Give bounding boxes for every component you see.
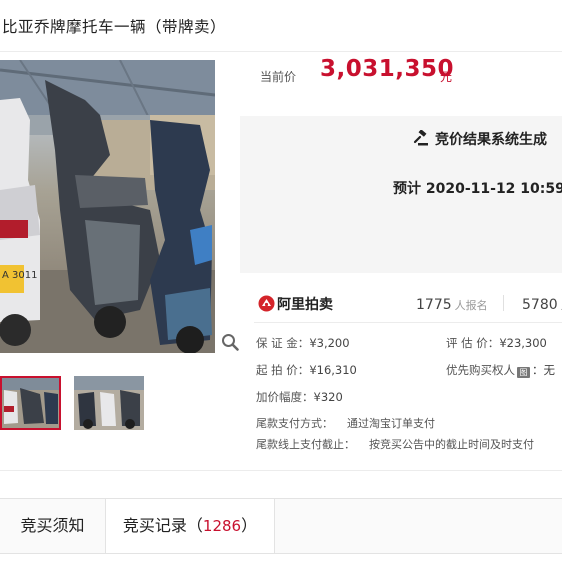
priority-info-icon[interactable]: 图 <box>517 367 530 378</box>
current-price-label: 当前价 <box>260 70 297 84</box>
signup-count: 1775 人报名 <box>416 294 488 313</box>
increment-key: 加价幅度： <box>256 390 314 404</box>
plate-text: A 3011 <box>2 270 37 281</box>
tab-bidding-records[interactable]: 竞买记录（1286） <box>106 499 275 553</box>
records-close-paren: ） <box>241 516 258 535</box>
item-title: 比亚乔牌摩托车一辆（带牌卖） <box>2 18 227 36</box>
price-panel: 当前价 3,031,350 元 <box>240 52 562 116</box>
priority-buyer-value: ：无 <box>532 363 555 377</box>
appraisal-key: 评 估 价： <box>446 336 500 350</box>
thumbnail-1[interactable] <box>0 376 61 430</box>
auction-result-status: 竞价结果系统生成 <box>413 129 547 149</box>
expected-end-time: 预计 2020-11-12 10:59 <box>393 181 562 197</box>
auction-status-panel: 竞价结果系统生成 预计 2020-11-12 10:59 <box>240 116 562 273</box>
title-bar: 比亚乔牌摩托车一辆（带牌卖） <box>0 0 562 52</box>
deposit-key: 保 证 金： <box>256 336 310 350</box>
tab-bidding-notice[interactable]: 竞买须知 <box>0 499 106 553</box>
start-price-item: 起 拍 价：¥16,310 <box>256 362 357 378</box>
increment-item: 加价幅度：¥320 <box>256 389 343 405</box>
detail-tabs: 竞买须知 竞买记录（1286） <box>0 498 562 554</box>
pay-deadline-row: 尾款线上支付截止： 按竞买公告中的截止时间及时支付 <box>256 436 534 452</box>
pay-deadline-key: 尾款线上支付截止： <box>256 438 355 451</box>
count-divider <box>503 295 504 311</box>
auction-info-panel: 阿里拍卖 1775人报名 5780人 保 证 金：¥3,200 评 估 价：¥2… <box>240 273 562 467</box>
priority-buyer-item: 优先购买权人图：无 <box>446 362 555 378</box>
appraisal-value: ¥23,300 <box>499 336 547 350</box>
ali-auction-logo[interactable]: 阿里拍卖 <box>258 294 333 314</box>
section-separator <box>0 470 562 498</box>
pay-method-key: 尾款支付方式： <box>256 417 333 430</box>
thumbnail-2[interactable] <box>74 376 144 430</box>
panel-divider <box>254 322 562 323</box>
records-open-paren: （ <box>186 516 203 535</box>
auction-result-text: 竞价结果系统生成 <box>435 132 547 148</box>
scooter-photo-illustration: A 3011 <box>0 60 215 353</box>
pay-method-row: 尾款支付方式： 通过淘宝订单支付 <box>256 415 435 431</box>
appraisal-item: 评 估 价：¥23,300 <box>446 335 547 351</box>
ali-auction-logo-text: 阿里拍卖 <box>277 297 333 313</box>
ali-auction-logo-icon <box>258 295 275 312</box>
deposit-value: ¥3,200 <box>309 336 350 350</box>
increment-value: ¥320 <box>313 390 343 404</box>
current-price-unit: 元 <box>440 70 453 84</box>
priority-buyer-key: 优先购买权人 <box>446 363 515 377</box>
gavel-icon <box>413 129 428 146</box>
pay-method-value: 通过淘宝订单支付 <box>347 417 435 430</box>
remind-count-number: 5780 <box>522 297 558 313</box>
signup-count-number: 1775 <box>416 297 452 313</box>
remind-count: 5780人 <box>522 294 562 313</box>
thumbnail-2-image <box>74 376 144 430</box>
tab-bidding-records-label: 竞买记录 <box>122 516 187 535</box>
thumbnail-1-image <box>2 378 59 428</box>
start-price-value: ¥16,310 <box>309 363 357 377</box>
records-count: 1286 <box>202 517 242 535</box>
signup-count-label: 人报名 <box>454 299 488 312</box>
current-price-value: 3,031,350 <box>320 56 454 82</box>
deposit-item: 保 证 金：¥3,200 <box>256 335 350 351</box>
pay-deadline-value: 按竞买公告中的截止时间及时支付 <box>369 438 534 451</box>
main-photo[interactable]: A 3011 <box>0 60 215 353</box>
start-price-key: 起 拍 价： <box>256 363 310 377</box>
magnifier-icon[interactable] <box>221 333 239 351</box>
